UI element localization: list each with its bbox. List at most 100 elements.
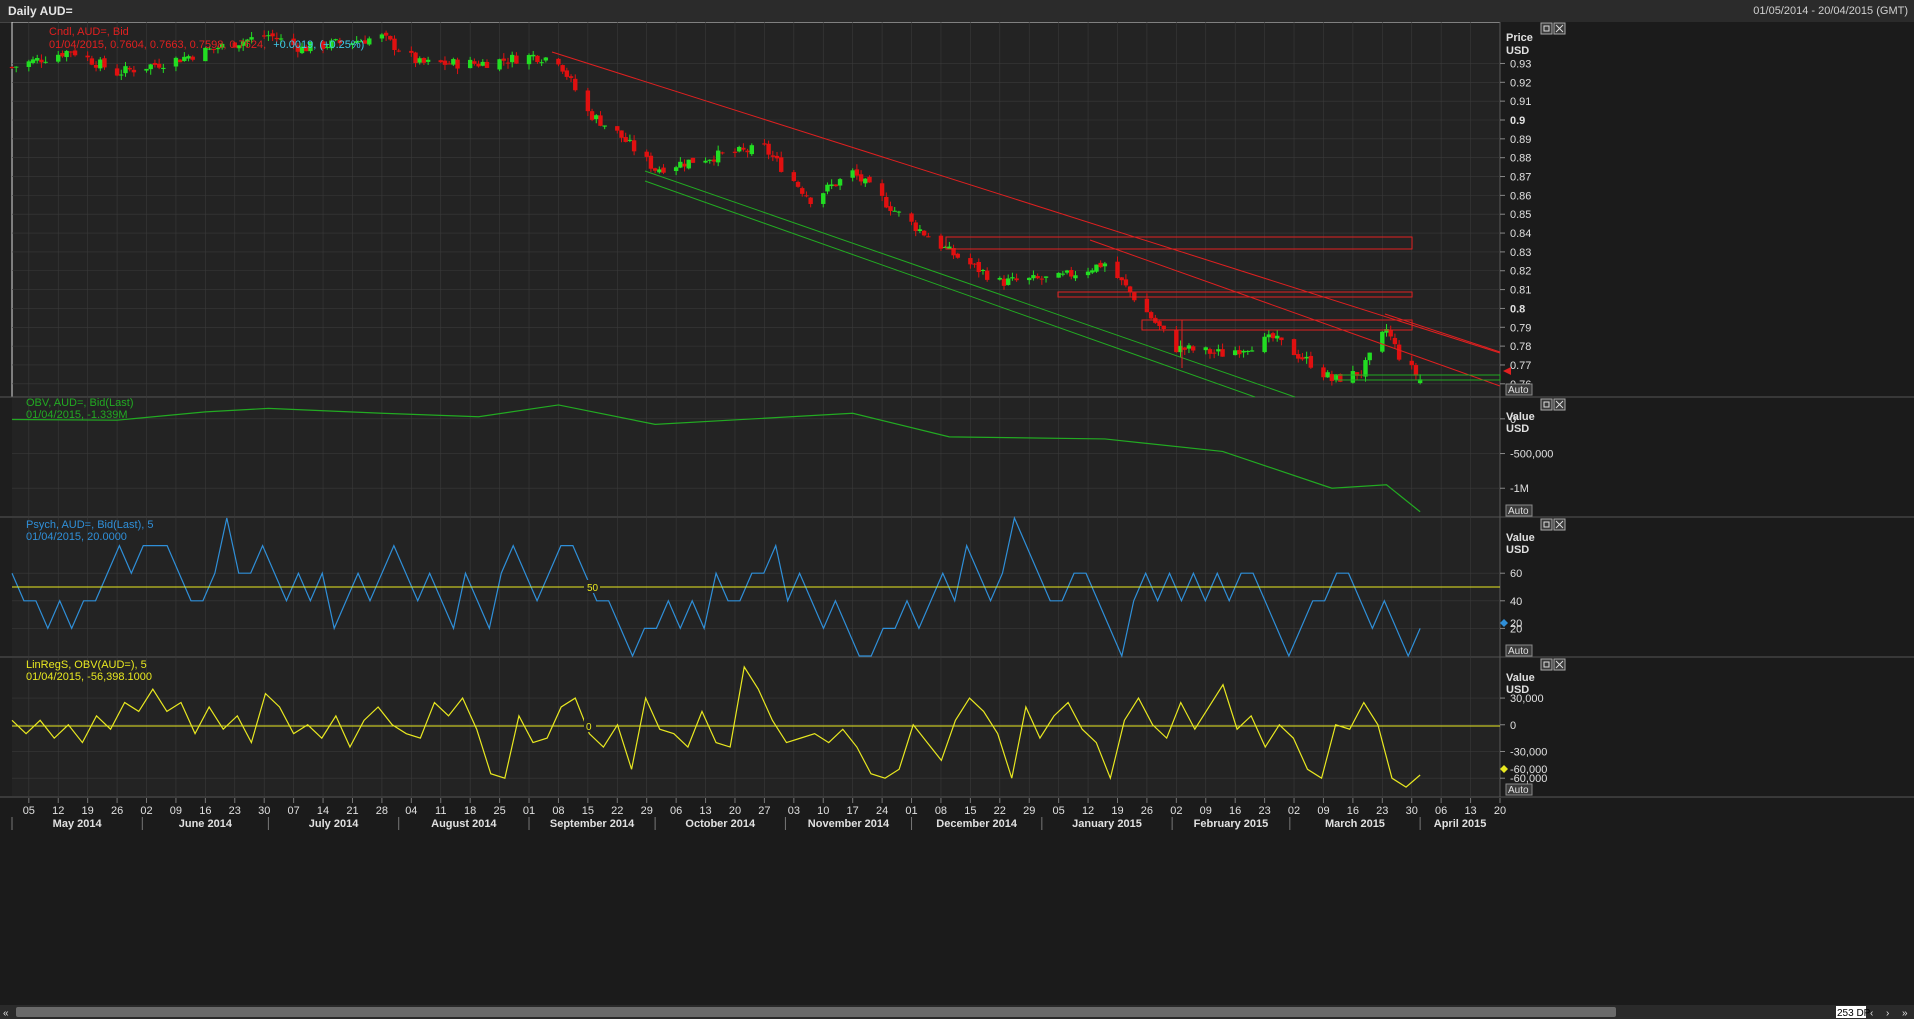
- candle-up: [526, 55, 532, 65]
- scroll-prev-icon[interactable]: ‹: [1870, 1008, 1873, 1019]
- candle-up: [1186, 345, 1192, 349]
- candle-down: [484, 61, 490, 68]
- restore-panel-button[interactable]: [1540, 22, 1553, 35]
- price-y-tick-label: 0.89: [1510, 134, 1531, 146]
- candle-up: [1203, 347, 1208, 351]
- x-tick-label: 25: [493, 805, 505, 817]
- candle-down: [152, 62, 158, 65]
- linreg-auto-button[interactable]: Auto: [1505, 783, 1533, 796]
- candle-down: [1291, 339, 1297, 356]
- psych-auto-label[interactable]: Auto: [1508, 646, 1529, 657]
- candle-down: [1039, 278, 1045, 280]
- x-tick-label: 23: [229, 805, 241, 817]
- candle-down: [585, 90, 591, 112]
- candle-down: [89, 58, 95, 65]
- candle-down: [114, 68, 120, 76]
- scroll-right-button[interactable]: »: [1902, 1008, 1908, 1019]
- date-range: 01/05/2014 - 20/04/2015 (GMT): [1753, 5, 1908, 17]
- candle-down: [102, 58, 107, 68]
- candle-down: [413, 52, 418, 64]
- candle-down: [858, 174, 864, 182]
- linreg-panel: [12, 658, 1500, 796]
- candle-down: [598, 115, 603, 126]
- candle-down: [1098, 262, 1103, 268]
- psych-legend-title: Psych, AUD=, Bid(Last), 5: [26, 519, 153, 531]
- x-tick-label: 10: [817, 805, 829, 817]
- candle-up: [863, 178, 868, 184]
- month-label: May 2014: [53, 818, 103, 830]
- candle-down: [879, 183, 885, 196]
- x-tick-label: 09: [170, 805, 182, 817]
- candle-up: [26, 61, 32, 67]
- price-auto-button[interactable]: Auto: [1505, 383, 1533, 396]
- candle-down: [442, 60, 448, 65]
- candle-down: [446, 63, 452, 65]
- candle-down: [644, 151, 649, 157]
- x-tick-label: 09: [1317, 805, 1329, 817]
- candle-down: [631, 140, 637, 152]
- linreg-auto-label[interactable]: Auto: [1508, 785, 1529, 796]
- candle-down: [774, 155, 780, 159]
- candle-up: [1031, 275, 1036, 279]
- candle-down: [921, 230, 927, 236]
- candle-up: [917, 229, 923, 232]
- restore-panel-button[interactable]: [1540, 658, 1553, 671]
- candle-down: [619, 130, 624, 138]
- candle-up: [1090, 270, 1095, 273]
- candle-down: [262, 35, 267, 37]
- candle-up: [837, 179, 843, 186]
- obv-y-tick-label: 0: [1510, 414, 1516, 426]
- candle-up: [1102, 263, 1108, 267]
- x-tick-label: 04: [405, 805, 417, 817]
- psych-auto-button[interactable]: Auto: [1505, 644, 1533, 657]
- x-tick-label: 30: [258, 805, 270, 817]
- candle-up: [947, 246, 952, 249]
- candle-up: [451, 59, 456, 65]
- x-tick-label: 01: [905, 805, 917, 817]
- candle-down: [564, 70, 570, 77]
- x-tick-label: 14: [317, 805, 329, 817]
- candle-up: [539, 62, 544, 64]
- scroll-left-button[interactable]: «: [3, 1008, 9, 1019]
- obv-auto-button[interactable]: Auto: [1505, 504, 1533, 517]
- candle-down: [968, 258, 973, 265]
- candle-down: [568, 76, 574, 78]
- candle-down: [804, 195, 809, 197]
- price-legend-title: Cndl, AUD=, Bid: [49, 26, 129, 38]
- candle-down: [1127, 286, 1133, 293]
- candle-down: [1207, 349, 1213, 354]
- x-tick-label: 06: [670, 805, 682, 817]
- candle-down: [615, 126, 620, 131]
- candle-down: [926, 236, 931, 238]
- candle-down: [438, 60, 443, 63]
- restore-panel-button[interactable]: [1540, 518, 1553, 531]
- x-tick-label: 17: [847, 805, 859, 817]
- candle-up: [736, 147, 742, 152]
- candle-down: [421, 57, 427, 63]
- candle-up: [182, 56, 187, 61]
- candle-down: [909, 213, 914, 222]
- scroll-next-icon[interactable]: ›: [1886, 1008, 1889, 1019]
- month-label: January 2015: [1072, 818, 1142, 830]
- month-label: March 2015: [1325, 818, 1385, 830]
- candle-down: [409, 50, 414, 53]
- candle-up: [673, 167, 679, 172]
- candle-down: [1144, 298, 1150, 313]
- price-auto-label[interactable]: Auto: [1508, 385, 1529, 396]
- candle-up: [980, 270, 986, 272]
- x-axis-area: [0, 798, 1914, 1019]
- restore-panel-button[interactable]: [1540, 398, 1553, 411]
- obv-auto-label[interactable]: Auto: [1508, 506, 1529, 517]
- x-tick-label: 15: [964, 805, 976, 817]
- candle-up: [367, 38, 372, 45]
- scrollbar-thumb[interactable]: [16, 1007, 1616, 1017]
- candle-down: [623, 137, 628, 142]
- month-label: February 2015: [1194, 818, 1269, 830]
- candle-up: [1006, 278, 1011, 285]
- candle-up: [942, 246, 948, 248]
- candle-up: [30, 59, 36, 63]
- x-tick-label: 28: [376, 805, 388, 817]
- psych-axis-title: Value: [1506, 532, 1535, 544]
- price-y-tick-label: 0.82: [1510, 266, 1531, 278]
- x-tick-label: 11: [435, 805, 446, 817]
